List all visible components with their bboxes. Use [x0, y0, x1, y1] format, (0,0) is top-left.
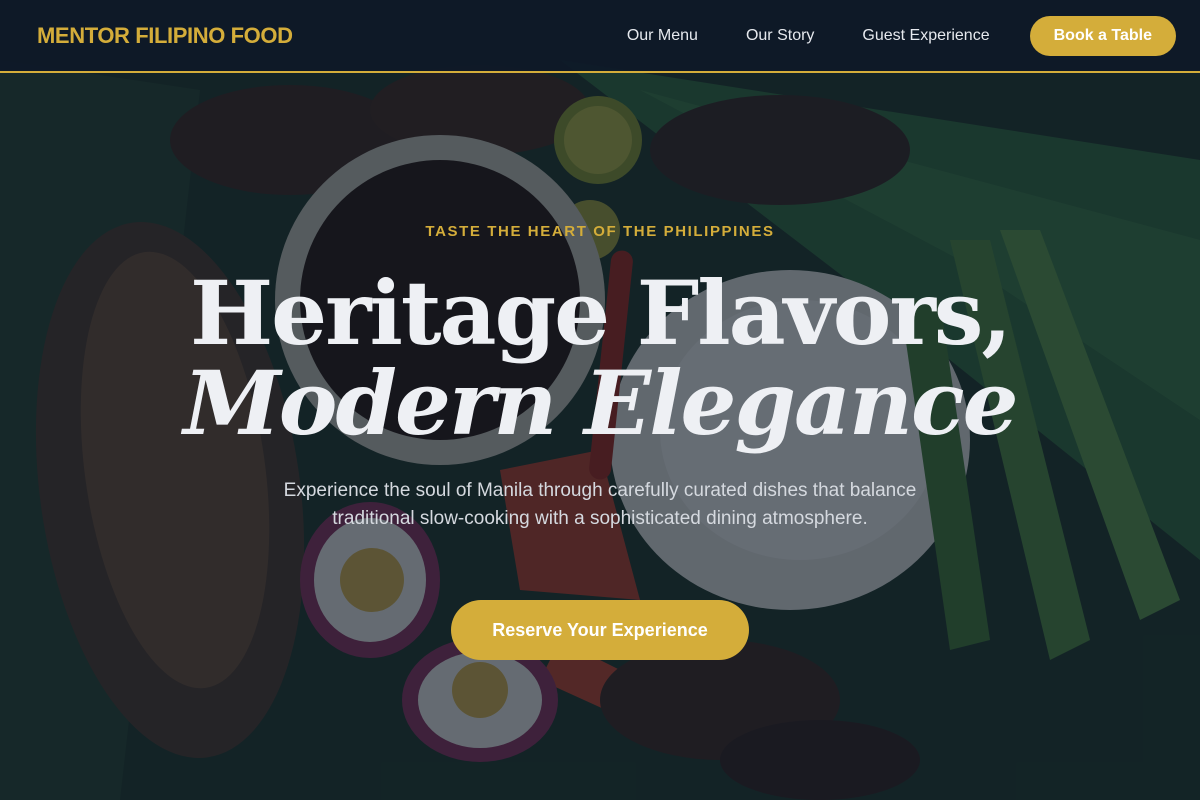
- hero-headline-line2: Modern Elegance: [183, 351, 1018, 455]
- hero-eyebrow: TASTE THE HEART OF THE PHILIPPINES: [425, 223, 775, 240]
- nav-links: Our Menu Our Story Guest Experience: [627, 27, 990, 45]
- brand-logo[interactable]: MENTOR FILIPINO FOOD: [37, 23, 293, 49]
- nav-our-story[interactable]: Our Story: [746, 27, 814, 45]
- reserve-experience-button[interactable]: Reserve Your Experience: [451, 600, 749, 660]
- nav-our-menu[interactable]: Our Menu: [627, 27, 698, 45]
- book-table-button[interactable]: Book a Table: [1029, 15, 1176, 56]
- hero-headline-line1: Heritage Flavors,: [189, 261, 1012, 365]
- top-navbar: MENTOR FILIPINO FOOD Our Menu Our Story …: [0, 0, 1200, 73]
- nav-guest-experience[interactable]: Guest Experience: [862, 27, 989, 45]
- hero-subtitle: Experience the soul of Manila through ca…: [283, 480, 917, 529]
- hero-content: TASTE THE HEART OF THE PHILIPPINES Herit…: [0, 73, 1200, 800]
